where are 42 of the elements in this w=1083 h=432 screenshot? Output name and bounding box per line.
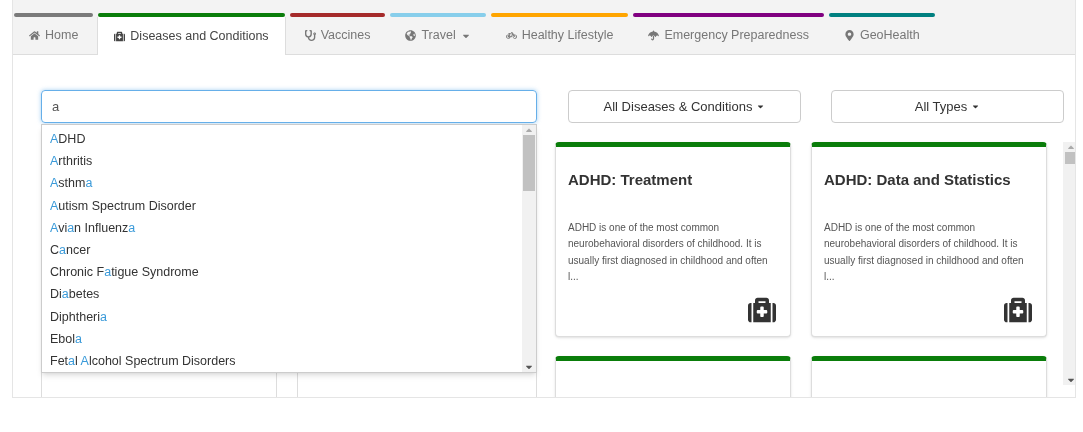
suggestion-item[interactable]: Diabetes — [42, 283, 522, 306]
scrollbar-thumb[interactable] — [1064, 152, 1075, 164]
bicycle-icon — [505, 30, 517, 41]
filter-dropdown[interactable]: All Types — [831, 90, 1064, 123]
card-title: ADHD: Treatment — [568, 170, 694, 190]
home-icon — [29, 30, 40, 41]
stethoscope-icon — [304, 30, 316, 41]
nav-tab[interactable]: GeoHealth — [827, 17, 936, 54]
filter-dropdown[interactable]: All Diseases & Conditions — [568, 90, 801, 123]
scrollbar-thumb[interactable] — [523, 135, 535, 191]
scrollbar[interactable] — [1063, 142, 1075, 385]
suggestion-item[interactable]: Arthritis — [42, 150, 522, 173]
suggestion-item[interactable]: Autism Spectrum Disorder — [42, 194, 522, 217]
nav-tab[interactable]: Home — [13, 17, 95, 54]
suggestion-item[interactable]: Ebola — [42, 327, 522, 350]
content-card[interactable]: ADHD: Data and Statistics ADHD is one of the most common neurobehavioral disorders of childhood. It is usually first diagnosed in childhood and often l... — [811, 142, 1047, 337]
card-title: ADHD: Data and Statistics — [824, 170, 1012, 190]
medkit-icon — [748, 296, 776, 324]
nav-tab[interactable]: Diseases and Conditions — [97, 17, 286, 55]
suggestion-item[interactable]: Avian Influenza — [42, 216, 522, 239]
suggestion-item[interactable]: Cancer — [42, 238, 522, 262]
medkit-icon — [114, 30, 126, 42]
content-card[interactable]: ADHD: Treatment ADHD is one of the most common neurobehavioral disorders of childhood. It is usually first diagnosed in childhood and often l... — [555, 142, 791, 337]
scrollbar[interactable] — [522, 125, 536, 372]
medkit-icon — [1004, 296, 1032, 324]
card-summary: ADHD is one of the most common neurobehavioral disorders of childhood. It is usually first diagnosed in childhood and often l... — [568, 220, 769, 284]
suggestion-item[interactable]: Fetal Alcohol Spectrum Disorders — [42, 349, 522, 373]
nav-tab[interactable]: Travel — [389, 17, 487, 54]
nav-tab[interactable]: Healthy Lifestyle — [489, 17, 630, 54]
nav-tab[interactable]: Emergency Preparedness — [632, 17, 825, 54]
suggestion-item[interactable]: ADHD — [42, 128, 522, 151]
caret-icon — [756, 102, 766, 111]
search-field[interactable]: a — [41, 90, 537, 123]
nav-tab[interactable]: Vaccines — [288, 17, 387, 54]
card-summary: ADHD is one of the most common neurobehavioral disorders of childhood. It is usually first diagnosed in childhood and often l... — [824, 220, 1025, 284]
globe-icon — [405, 30, 417, 41]
caret-icon — [971, 102, 981, 111]
umbrella-icon — [648, 30, 660, 41]
suggestion-item[interactable]: Chronic Fatigue Syndrome — [42, 261, 522, 284]
suggestion-item[interactable]: Diphtheria — [42, 305, 522, 328]
map-pin-icon — [843, 30, 855, 41]
suggestion-item[interactable]: Asthma — [42, 172, 522, 195]
